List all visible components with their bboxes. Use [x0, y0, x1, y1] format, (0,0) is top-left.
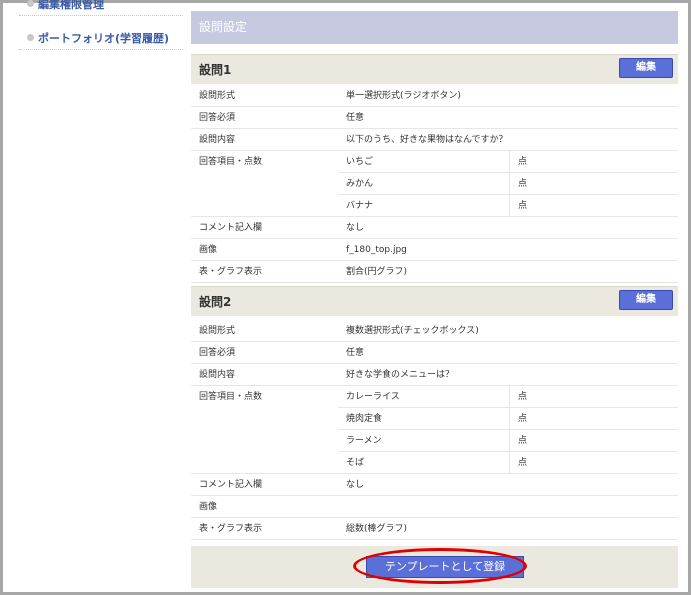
option-points: 点 [510, 430, 678, 452]
question-1-graph-row: 表・グラフ表示 割合(円グラフ) [191, 261, 678, 283]
options-label: 回答項目・点数 [199, 157, 263, 167]
comment-value: なし [338, 474, 678, 496]
option-points: 点 [510, 151, 678, 173]
comment-value: なし [338, 217, 678, 239]
register-as-template-button[interactable]: テンプレートとして登録 [366, 556, 524, 578]
question-2-graph-row: 表・グラフ表示 総数(棒グラフ) [191, 518, 678, 540]
options-label-spacer [191, 452, 338, 474]
sidebar-item-portfolio[interactable]: ポートフォリオ(学習履歴) [19, 26, 183, 50]
question-1-title: 設問1 [199, 63, 232, 77]
question-1-required-row: 回答必須 任意 [191, 107, 678, 129]
question-1-option-row: 回答項目・点数 いちご 点 [191, 151, 678, 173]
option-points: 点 [510, 386, 678, 408]
sidebar: 編集権限管理 ポートフォリオ(学習履歴) [19, 0, 183, 61]
question-1-comment-row: コメント記入欄 なし [191, 217, 678, 239]
question-1-option-row: みかん 点 [191, 173, 678, 195]
question-2-option-row: 焼肉定食 点 [191, 408, 678, 430]
option-points: 点 [510, 408, 678, 430]
required-label: 回答必須 [191, 107, 338, 129]
option-text: バナナ [338, 195, 510, 217]
bullet-icon [27, 34, 34, 41]
question-2-edit-button[interactable]: 編集 [619, 290, 673, 310]
option-points: 点 [510, 452, 678, 474]
question-1-content-row: 設問内容 以下のうち、好きな果物はなんですか？ [191, 129, 678, 151]
options-label-spacer [191, 173, 338, 195]
image-value [338, 496, 678, 518]
question-2-header: 設問2 編集 [191, 286, 678, 316]
question-2-title: 設問2 [199, 295, 232, 309]
required-value: 任意 [338, 107, 678, 129]
required-value: 任意 [338, 342, 678, 364]
question-2-option-row: 回答項目・点数 カレーライス 点 [191, 386, 678, 408]
option-points: 点 [510, 195, 678, 217]
graph-label: 表・グラフ表示 [191, 518, 338, 540]
format-value: 単一選択形式(ラジオボタン) [338, 85, 678, 107]
required-label: 回答必須 [191, 342, 338, 364]
content-label: 設問内容 [191, 364, 338, 386]
page-title: 設問設定 [191, 11, 678, 44]
format-value: 複数選択形式(チェックボックス) [338, 320, 678, 342]
format-label: 設問形式 [191, 320, 338, 342]
bullet-icon [27, 0, 34, 7]
comment-label: コメント記入欄 [191, 474, 338, 496]
option-text: そば [338, 452, 510, 474]
question-2-format-row: 設問形式 複数選択形式(チェックボックス) [191, 320, 678, 342]
options-label-spacer [191, 430, 338, 452]
question-1-format-row: 設問形式 単一選択形式(ラジオボタン) [191, 85, 678, 107]
question-2-content-row: 設問内容 好きな学食のメニューは？ [191, 364, 678, 386]
content-value: 好きな学食のメニューは？ [338, 364, 678, 386]
question-2-option-row: ラーメン 点 [191, 430, 678, 452]
options-label: 回答項目・点数 [199, 392, 263, 402]
options-label-spacer [191, 408, 338, 430]
format-label: 設問形式 [191, 85, 338, 107]
question-1-option-row: バナナ 点 [191, 195, 678, 217]
image-label: 画像 [191, 496, 338, 518]
image-label: 画像 [191, 239, 338, 261]
graph-value: 割合(円グラフ) [338, 261, 678, 283]
option-text: カレーライス [338, 386, 510, 408]
content-value: 以下のうち、好きな果物はなんですか？ [338, 129, 678, 151]
question-settings-panel: 設問設定 設問1 編集 設問形式 単一選択形式(ラジオボタン) 回答必須 任意 … [191, 11, 678, 591]
comment-label: コメント記入欄 [191, 217, 338, 239]
question-1-image-row: 画像 f_180_top.jpg [191, 239, 678, 261]
question-1-edit-button[interactable]: 編集 [619, 58, 673, 78]
option-text: いちご [338, 151, 510, 173]
content-label: 設問内容 [191, 129, 338, 151]
option-text: ラーメン [338, 430, 510, 452]
option-text: 焼肉定食 [338, 408, 510, 430]
sidebar-item-edit-permissions[interactable]: 編集権限管理 [19, 0, 183, 16]
graph-value: 総数(棒グラフ) [338, 518, 678, 540]
sidebar-item-label: 編集権限管理 [38, 0, 104, 11]
image-value: f_180_top.jpg [338, 239, 678, 261]
window-frame: 編集権限管理 ポートフォリオ(学習履歴) 設問設定 設問1 編集 設問形式 単一… [0, 0, 691, 595]
question-2-required-row: 回答必須 任意 [191, 342, 678, 364]
question-2-option-row: そば 点 [191, 452, 678, 474]
question-2-image-row: 画像 [191, 496, 678, 518]
sidebar-item-label: ポートフォリオ(学習履歴) [38, 31, 170, 45]
options-label-spacer [191, 195, 338, 217]
action-footer: テンプレートとして登録 [191, 546, 678, 588]
question-1-header: 設問1 編集 [191, 54, 678, 84]
option-text: みかん [338, 173, 510, 195]
option-points: 点 [510, 173, 678, 195]
question-2-comment-row: コメント記入欄 なし [191, 474, 678, 496]
graph-label: 表・グラフ表示 [191, 261, 338, 283]
